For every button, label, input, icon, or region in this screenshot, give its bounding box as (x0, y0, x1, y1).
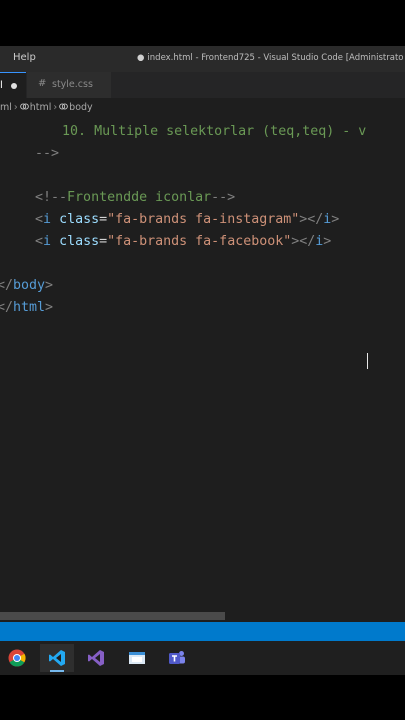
taskbar-window[interactable] (120, 644, 154, 672)
text-cursor (367, 353, 368, 369)
code-line: <i class="fa-brands fa-instagram"></i> (35, 212, 340, 227)
code-line: <i class="fa-brands fa-facebook"></i> (35, 234, 332, 249)
window-title-text: index.html - Frontend725 - Visual Studio… (147, 53, 404, 63)
window-title: ● index.html - Frontend725 - Visual Studi… (137, 53, 404, 63)
breadcrumb-file[interactable]: ml (0, 102, 12, 113)
unsaved-dot-icon[interactable] (11, 83, 17, 89)
tab-bar: l # style.css (0, 72, 405, 98)
code-line: 10. Multiple selektorlar (teq,teq) - v (62, 124, 367, 139)
code-editor[interactable]: 10. Multiple selektorlar (teq,teq) - v -… (0, 118, 405, 622)
chevron-right-icon: › (13, 102, 18, 113)
vscode-icon (49, 650, 65, 666)
tab-index-html[interactable]: l (0, 72, 26, 98)
code-line: --> (35, 146, 60, 161)
tab-index-html-label: l (0, 80, 3, 91)
unsaved-dot-icon: ● (137, 53, 145, 63)
tab-style-css[interactable]: # style.css (27, 72, 111, 98)
horizontal-scrollbar[interactable] (0, 612, 225, 620)
element-icon (19, 103, 29, 110)
status-bar (0, 622, 405, 641)
taskbar-vscode[interactable] (40, 644, 74, 672)
element-icon (59, 103, 68, 110)
css-file-icon: # (38, 78, 47, 89)
teams-icon (169, 651, 185, 664)
taskbar (0, 641, 405, 675)
breadcrumb: ml › html › body (0, 98, 405, 118)
breadcrumb-html[interactable]: html (30, 102, 52, 113)
code-line: </html> (0, 300, 54, 315)
chrome-icon (8, 649, 26, 667)
taskbar-visual-studio[interactable] (79, 644, 113, 672)
menu-help[interactable]: Help (13, 52, 36, 63)
title-bar: Help ● index.html - Frontend725 - Visual … (0, 46, 405, 72)
taskbar-chrome[interactable] (0, 644, 34, 672)
active-app-indicator (50, 670, 64, 672)
chevron-right-icon: › (53, 102, 58, 113)
breadcrumb-body[interactable]: body (69, 102, 93, 113)
code-line: <!--Frontendde iconlar--> (35, 190, 236, 205)
taskbar-teams[interactable] (160, 644, 194, 672)
tab-style-css-label: style.css (52, 79, 93, 90)
visual-studio-icon (88, 650, 104, 666)
code-line: </body> (0, 278, 54, 293)
window-icon (129, 652, 145, 664)
